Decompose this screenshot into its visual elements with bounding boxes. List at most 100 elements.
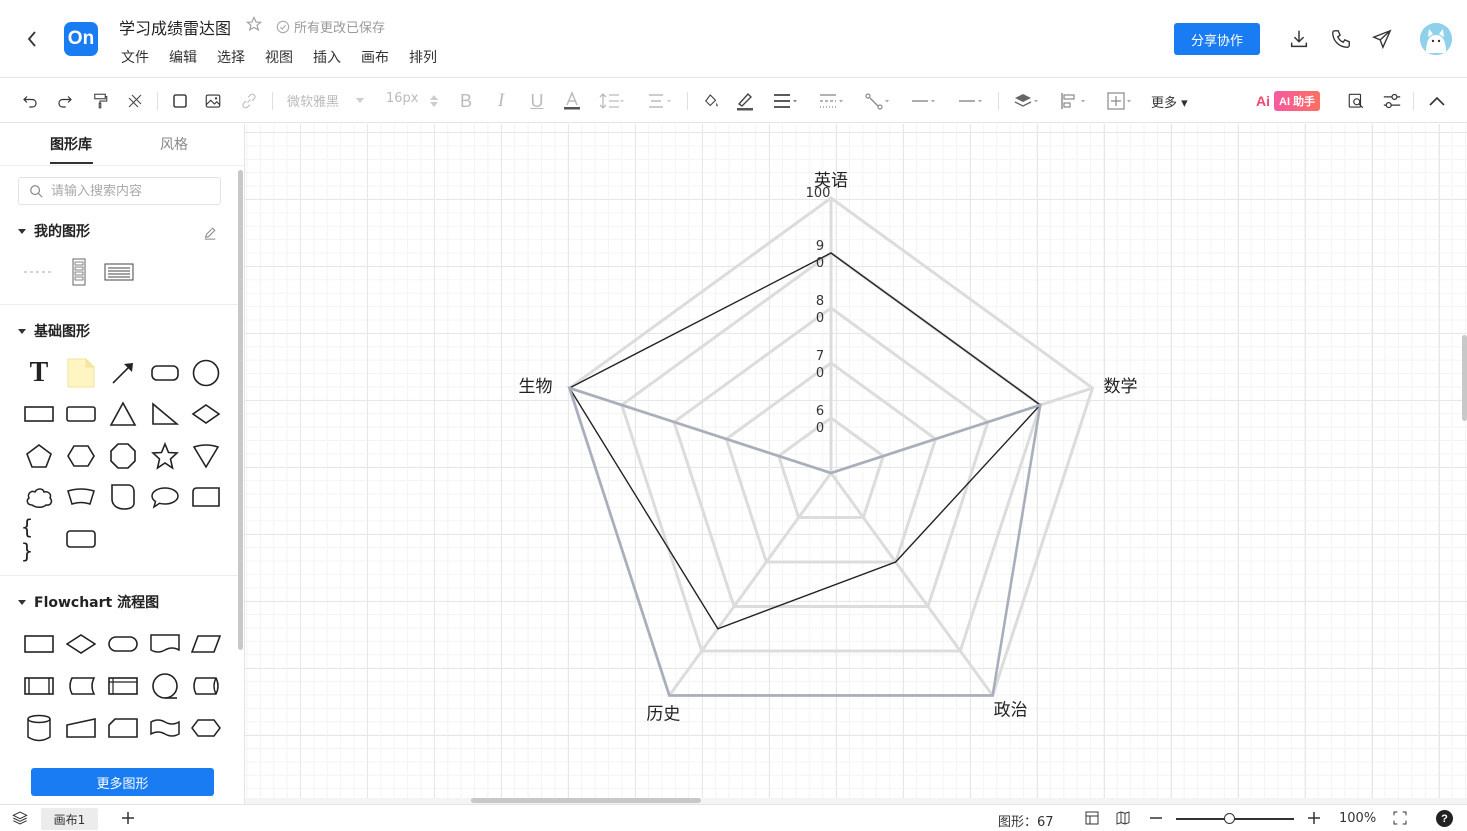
zoom-slider-track[interactable]: [1176, 818, 1294, 820]
help-icon[interactable]: ?: [1436, 810, 1453, 827]
radar-tick-label[interactable]: 80: [816, 294, 824, 326]
radar-spoke[interactable]: [668, 472, 833, 697]
align-icon[interactable]: [645, 89, 675, 113]
radar-axis-label[interactable]: 生物: [518, 377, 552, 397]
menu-edit[interactable]: 编辑: [169, 47, 197, 67]
line-height-icon[interactable]: [597, 89, 627, 113]
italic-icon[interactable]: I: [490, 89, 512, 113]
menu-view[interactable]: 视图: [265, 47, 293, 67]
flow-card-shape[interactable]: [105, 712, 141, 744]
radar-tick-label[interactable]: 70: [816, 349, 824, 381]
flow-decision-shape[interactable]: [63, 628, 99, 660]
radar-chart[interactable]: 1009 08 07 06 0英语数学政治历史生物: [245, 124, 1467, 798]
more-shapes-button[interactable]: 更多图形: [31, 768, 214, 796]
my-shape-vertical-list[interactable]: [61, 256, 97, 288]
layer-order-icon[interactable]: [1011, 89, 1043, 113]
rounded-frame-shape[interactable]: [63, 523, 99, 555]
rectangle-shape[interactable]: [21, 398, 57, 430]
radar-series-1[interactable]: [568, 252, 1042, 630]
font-family-select[interactable]: 微软雅黑: [287, 91, 339, 110]
octagon-shape[interactable]: [105, 440, 141, 472]
flow-database-shape[interactable]: [21, 712, 57, 744]
zoom-level[interactable]: 100%: [1339, 811, 1376, 826]
fill-color-icon[interactable]: [700, 89, 722, 113]
flow-terminator-shape[interactable]: [105, 628, 141, 660]
diamond-shape[interactable]: [188, 398, 224, 430]
radar-tick-label[interactable]: 60: [816, 404, 824, 436]
radar-series-2[interactable]: [567, 385, 1042, 697]
shape-search[interactable]: [18, 177, 221, 205]
menu-file[interactable]: 文件: [121, 47, 149, 67]
card-shape[interactable]: [188, 481, 224, 513]
redo-icon[interactable]: [53, 89, 77, 113]
flow-tape-shape[interactable]: [147, 712, 183, 744]
flow-internal-storage-shape[interactable]: [105, 670, 141, 702]
find-replace-icon[interactable]: [1345, 89, 1367, 113]
stepper-icon[interactable]: [428, 89, 440, 113]
flow-data-shape[interactable]: [188, 628, 224, 660]
sidebar-scrollbar[interactable]: [238, 170, 243, 650]
clear-format-icon[interactable]: [123, 89, 147, 113]
layers-icon[interactable]: [11, 809, 29, 827]
flow-document-shape[interactable]: [147, 628, 183, 660]
pentagon-shape[interactable]: [21, 440, 57, 472]
rounded-rect-small-shape[interactable]: [63, 398, 99, 430]
phone-icon[interactable]: [1329, 27, 1353, 51]
document-title[interactable]: 学习成绩雷达图: [119, 15, 231, 39]
arrow-shape[interactable]: [105, 357, 141, 389]
download-icon[interactable]: [1287, 27, 1311, 51]
star-shape[interactable]: [147, 440, 183, 472]
more-tools-button[interactable]: 更多 ▾: [1151, 92, 1188, 111]
section-flowchart[interactable]: Flowchart 流程图: [18, 592, 159, 612]
radar-axis-label[interactable]: 政治: [994, 700, 1028, 720]
shield-shape[interactable]: [105, 481, 141, 513]
horizontal-scroll-thumb[interactable]: [471, 798, 701, 803]
section-my-shapes[interactable]: 我的图形: [18, 221, 90, 241]
speech-bubble-shape[interactable]: [147, 481, 183, 513]
connector-icon[interactable]: [862, 89, 894, 113]
radar-axis-label[interactable]: 历史: [646, 704, 680, 724]
flow-direct-data-shape[interactable]: [188, 670, 224, 702]
right-triangle-shape[interactable]: [147, 398, 183, 430]
image-tool-icon[interactable]: [201, 89, 225, 113]
text-shape[interactable]: T: [21, 357, 57, 389]
collapse-toolbar-icon[interactable]: [1426, 89, 1448, 113]
font-color-icon[interactable]: [561, 89, 583, 113]
distribute-icon[interactable]: [1104, 89, 1136, 113]
zoom-out-icon[interactable]: [1147, 809, 1165, 827]
fullscreen-icon[interactable]: [1391, 809, 1409, 827]
link-icon[interactable]: [237, 89, 261, 113]
arrow-start-icon[interactable]: [908, 89, 940, 113]
section-basic-shapes[interactable]: 基础图形: [18, 321, 90, 341]
flow-display-shape[interactable]: [188, 712, 224, 744]
font-size-select[interactable]: 16px: [386, 91, 419, 106]
braces-shape[interactable]: { }: [21, 515, 57, 563]
page-tab[interactable]: 画布1: [41, 808, 98, 830]
chevron-down-icon[interactable]: [354, 89, 366, 113]
favorite-star-icon[interactable]: [245, 15, 264, 34]
underline-icon[interactable]: U: [526, 89, 548, 113]
drawing-canvas[interactable]: 100 9 0 8 0 7 0 6 0 英语 数学 政治 历史 生物: [245, 124, 1467, 798]
cloud-shape[interactable]: [21, 481, 57, 513]
banner-shape[interactable]: [63, 481, 99, 513]
radar-axis-label[interactable]: 英语: [814, 171, 848, 191]
format-painter-icon[interactable]: [88, 89, 112, 113]
flow-connector-shape[interactable]: [147, 670, 183, 702]
menu-select[interactable]: 选择: [217, 47, 245, 67]
radar-tick-label[interactable]: 90: [816, 239, 824, 271]
flow-process-shape[interactable]: [21, 628, 57, 660]
line-width-icon[interactable]: [770, 89, 802, 113]
share-button[interactable]: 分享协作: [1174, 23, 1260, 55]
send-icon[interactable]: [1370, 27, 1394, 51]
map-view-icon[interactable]: [1114, 809, 1132, 827]
vertical-scroll-thumb[interactable]: [1462, 335, 1467, 421]
ai-assistant-button[interactable]: Ai AI 助手: [1256, 90, 1321, 112]
flow-stored-data-shape[interactable]: [63, 670, 99, 702]
line-style-icon[interactable]: [816, 89, 848, 113]
flow-predefined-shape[interactable]: [21, 670, 57, 702]
undo-icon[interactable]: [18, 89, 42, 113]
bold-icon[interactable]: B: [455, 89, 477, 113]
back-button[interactable]: [20, 27, 44, 51]
arrow-end-icon[interactable]: [955, 89, 987, 113]
tab-shape-library[interactable]: 图形库: [50, 134, 92, 154]
